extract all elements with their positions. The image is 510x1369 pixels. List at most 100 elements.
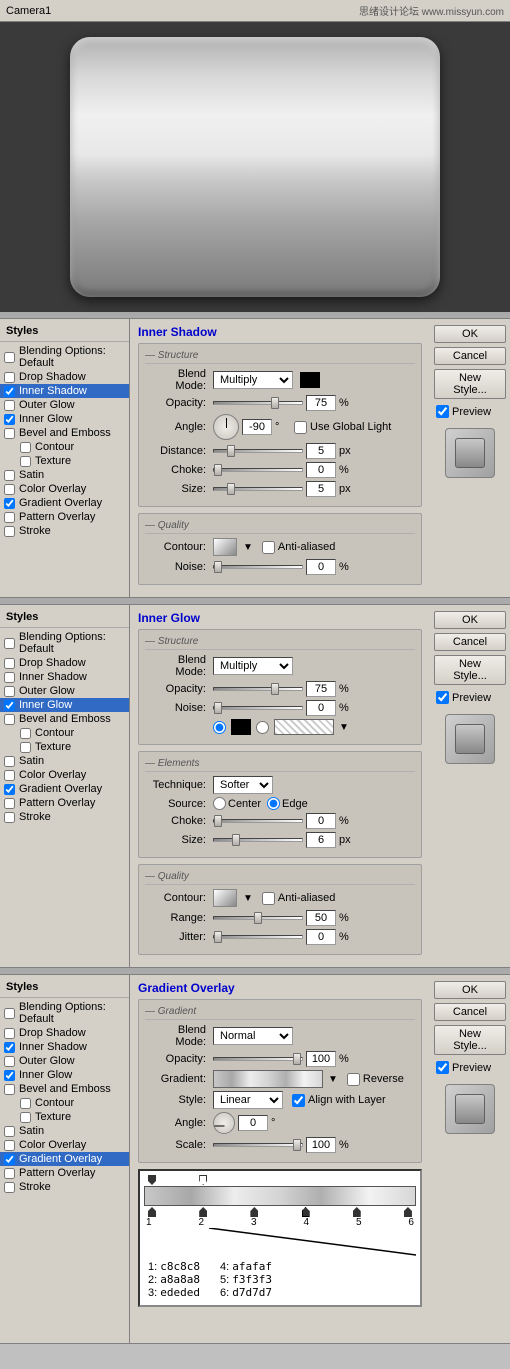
blend-color-swatch[interactable]	[300, 372, 320, 388]
ig-gradient-arrow[interactable]: ▼	[339, 722, 349, 733]
style2-blending-options[interactable]: Blending Options: Default	[0, 630, 129, 656]
cancel-button-3[interactable]: Cancel	[434, 1003, 506, 1021]
style-stroke[interactable]: Stroke	[0, 524, 129, 538]
ig-noise-input[interactable]	[306, 700, 336, 716]
go-style-select[interactable]: Linear	[213, 1091, 283, 1109]
ig-range-slider[interactable]	[213, 916, 303, 920]
gradient-stop-top-1[interactable]	[148, 1175, 156, 1185]
gradient-stop-bot-3[interactable]	[250, 1207, 258, 1217]
new-style-button-1[interactable]: New Style...	[434, 369, 506, 399]
go-reverse-label[interactable]: Reverse	[347, 1073, 404, 1086]
go-reverse-checkbox[interactable]	[347, 1073, 360, 1086]
ig-size-input[interactable]	[306, 832, 336, 848]
ig-edge-label[interactable]: Edge	[267, 797, 308, 810]
gradient-bar[interactable]	[144, 1186, 416, 1206]
contour-arrow[interactable]: ▼	[243, 542, 253, 553]
go-scale-input[interactable]	[306, 1137, 336, 1153]
ig-size-slider[interactable]	[213, 838, 303, 842]
style2-outer-glow[interactable]: Outer Glow	[0, 684, 129, 698]
choke-input[interactable]	[306, 462, 336, 478]
style-inner-shadow[interactable]: Inner Shadow	[0, 384, 129, 398]
gradient-stop-bot-5[interactable]	[353, 1207, 361, 1217]
new-style-button-3[interactable]: New Style...	[434, 1025, 506, 1055]
style3-bevel-emboss[interactable]: Bevel and Emboss	[0, 1082, 129, 1096]
style2-inner-glow[interactable]: Inner Glow	[0, 698, 129, 712]
ig-jitter-input[interactable]	[306, 929, 336, 945]
go-blend-mode-select[interactable]: Normal	[213, 1027, 293, 1045]
ig-choke-input[interactable]	[306, 813, 336, 829]
style2-contour[interactable]: Contour	[0, 726, 129, 740]
ig-anti-aliased-label[interactable]: Anti-aliased	[262, 892, 335, 905]
go-align-layer-checkbox[interactable]	[292, 1094, 305, 1107]
style-color-overlay[interactable]: Color Overlay	[0, 482, 129, 496]
style-drop-shadow[interactable]: Drop Shadow	[0, 370, 129, 384]
ig-noise-slider[interactable]	[213, 706, 303, 710]
cancel-button-2[interactable]: Cancel	[434, 633, 506, 651]
angle-input[interactable]	[242, 419, 272, 435]
contour-preview[interactable]	[213, 538, 237, 556]
style3-gradient-overlay[interactable]: Gradient Overlay	[0, 1152, 129, 1166]
ig-center-radio[interactable]	[213, 797, 226, 810]
style2-drop-shadow[interactable]: Drop Shadow	[0, 656, 129, 670]
ok-button-2[interactable]: OK	[434, 611, 506, 629]
ok-button-3[interactable]: OK	[434, 981, 506, 999]
style2-pattern-overlay[interactable]: Pattern Overlay	[0, 796, 129, 810]
ig-jitter-slider[interactable]	[213, 935, 303, 939]
style-pattern-overlay[interactable]: Pattern Overlay	[0, 510, 129, 524]
style-gradient-overlay[interactable]: Gradient Overlay	[0, 496, 129, 510]
preview-label-2[interactable]: Preview	[434, 689, 506, 706]
style2-color-overlay[interactable]: Color Overlay	[0, 768, 129, 782]
ig-contour-arrow[interactable]: ▼	[243, 893, 253, 904]
distance-slider[interactable]	[213, 449, 303, 453]
noise-input[interactable]	[306, 559, 336, 575]
global-light-checkbox[interactable]	[294, 421, 307, 434]
choke-slider[interactable]	[213, 468, 303, 472]
style3-texture[interactable]: Texture	[0, 1110, 129, 1124]
go-angle-dial[interactable]	[213, 1112, 235, 1134]
style2-texture[interactable]: Texture	[0, 740, 129, 754]
style3-satin[interactable]: Satin	[0, 1124, 129, 1138]
ig-opacity-input[interactable]	[306, 681, 336, 697]
ig-color-radio[interactable]	[213, 721, 226, 734]
style3-pattern-overlay[interactable]: Pattern Overlay	[0, 1166, 129, 1180]
noise-slider[interactable]	[213, 565, 303, 569]
gradient-stop-bot-6[interactable]	[404, 1207, 412, 1217]
ig-center-label[interactable]: Center	[213, 797, 261, 810]
go-angle-input[interactable]	[238, 1115, 268, 1131]
ig-range-input[interactable]	[306, 910, 336, 926]
style-outer-glow[interactable]: Outer Glow	[0, 398, 129, 412]
ig-color-swatch[interactable]	[231, 719, 251, 735]
global-light-label[interactable]: Use Global Light	[294, 421, 391, 434]
ig-gradient-radio[interactable]	[256, 721, 269, 734]
style3-inner-glow[interactable]: Inner Glow	[0, 1068, 129, 1082]
anti-aliased-label[interactable]: Anti-aliased	[262, 541, 335, 554]
ok-button-1[interactable]: OK	[434, 325, 506, 343]
ig-contour-preview[interactable]	[213, 889, 237, 907]
go-gradient-preview[interactable]	[213, 1070, 323, 1088]
preview-label-3[interactable]: Preview	[434, 1059, 506, 1076]
ig-opacity-slider[interactable]	[213, 687, 303, 691]
style-inner-glow[interactable]: Inner Glow	[0, 412, 129, 426]
style2-gradient-overlay[interactable]: Gradient Overlay	[0, 782, 129, 796]
go-align-layer-label[interactable]: Align with Layer	[292, 1094, 386, 1107]
style-contour[interactable]: Contour	[0, 440, 129, 454]
style3-drop-shadow[interactable]: Drop Shadow	[0, 1026, 129, 1040]
style3-contour[interactable]: Contour	[0, 1096, 129, 1110]
ig-edge-radio[interactable]	[267, 797, 280, 810]
style-blending-options[interactable]: Blending Options: Default	[0, 344, 129, 370]
go-gradient-arrow[interactable]: ▼	[328, 1074, 338, 1085]
go-scale-slider[interactable]	[213, 1143, 303, 1147]
ig-technique-select[interactable]: Softer	[213, 776, 273, 794]
opacity-input[interactable]	[306, 395, 336, 411]
style-bevel-emboss[interactable]: Bevel and Emboss	[0, 426, 129, 440]
gradient-stop-bot-4[interactable]	[302, 1207, 310, 1217]
opacity-slider[interactable]	[213, 401, 303, 405]
preview-checkbox-2[interactable]	[436, 691, 449, 704]
ig-blend-mode-select[interactable]: Multiply	[213, 657, 293, 675]
style2-bevel-emboss[interactable]: Bevel and Emboss	[0, 712, 129, 726]
blend-mode-select[interactable]: Multiply	[213, 371, 293, 389]
style3-outer-glow[interactable]: Outer Glow	[0, 1054, 129, 1068]
ig-choke-slider[interactable]	[213, 819, 303, 823]
ig-gradient-swatch[interactable]	[274, 719, 334, 735]
style3-color-overlay[interactable]: Color Overlay	[0, 1138, 129, 1152]
